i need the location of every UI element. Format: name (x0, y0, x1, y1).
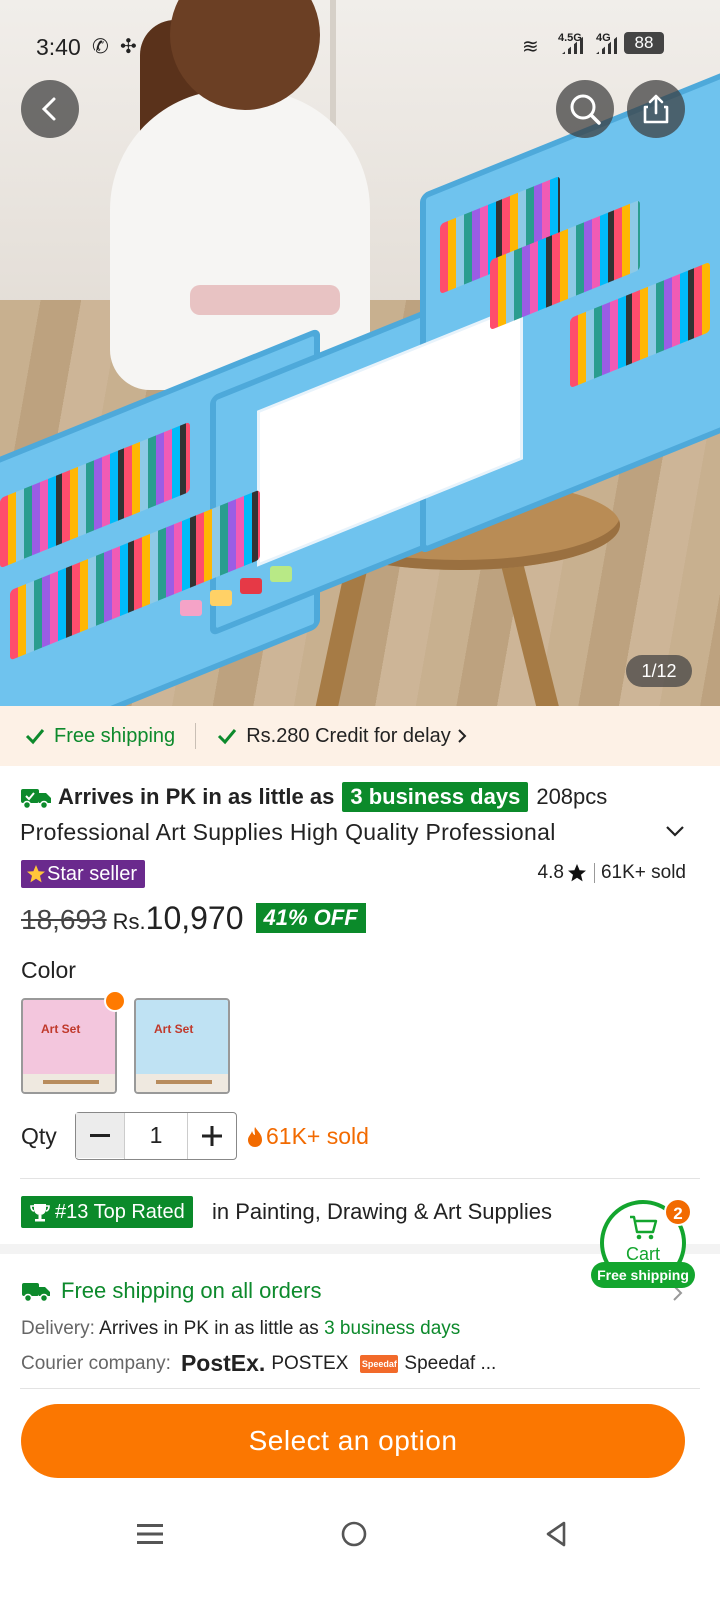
fire-icon (248, 1126, 262, 1147)
title-line-2: Professional Art Supplies High Quality P… (20, 819, 556, 845)
battery-indicator: 88 (624, 32, 664, 54)
qty-value[interactable]: 1 (124, 1113, 188, 1159)
free-shipping-benefit: Free shipping (0, 725, 175, 748)
cart-count-badge: 2 (664, 1198, 692, 1226)
image-girl-sash (190, 285, 340, 315)
shipping-truck-icon (22, 1283, 50, 1303)
plus-icon (202, 1125, 222, 1146)
star-icon (27, 865, 45, 883)
back-button[interactable] (21, 80, 79, 138)
status-time: 3:40 (36, 34, 81, 60)
minus-icon (90, 1133, 110, 1137)
product-title[interactable]: Arrives in PK in as little as 3 business… (20, 780, 700, 850)
system-nav-bar (0, 1496, 720, 1600)
rating-star-icon (567, 864, 586, 882)
original-price: 18,693 (21, 904, 107, 935)
swatch-easel (136, 1074, 228, 1092)
speedaf-name: Speedaf ... (404, 1352, 497, 1374)
network-label-2: 4G (596, 32, 611, 44)
search-button[interactable] (556, 80, 614, 138)
status-bar: 3:40 ✆ ✣ ≋ 4.5G 4G 88 (0, 30, 720, 64)
select-option-button[interactable]: Select an option (21, 1404, 685, 1478)
divider (20, 1388, 700, 1389)
delivery-info: Delivery: Arrives in PK in as little as … (21, 1318, 460, 1340)
price-row: 18,693 Rs. 10,970 41% OFF (21, 900, 366, 937)
image-paint-chip (240, 578, 262, 594)
rating-value: 4.8 (537, 862, 564, 883)
wifi-icon: ≋ (522, 36, 539, 58)
cart-icon (630, 1215, 658, 1240)
current-price: 10,970 (145, 900, 244, 936)
back-triangle-icon[interactable] (543, 1520, 569, 1548)
benefits-bar[interactable]: Free shipping Rs.280 Credit for delay (0, 706, 720, 766)
share-button[interactable] (627, 80, 685, 138)
whatsapp-icon: ✆ (92, 36, 109, 58)
check-icon (218, 729, 237, 745)
arrives-text: Arrives in PK in as little as (58, 784, 335, 809)
color-swatch-pink[interactable]: Art Set (21, 998, 117, 1094)
discount-badge: 41% OFF (255, 903, 366, 933)
cart-free-shipping-tag: Free shipping (591, 1262, 695, 1288)
image-paint-chip (270, 566, 292, 582)
credit-label: Rs.280 Credit for delay (246, 724, 451, 747)
business-days-badge: 3 business days (342, 782, 529, 812)
back-arrow-icon (41, 97, 56, 121)
delivery-label: Delivery: (21, 1318, 95, 1339)
increase-qty-button[interactable] (188, 1113, 236, 1158)
title-text-start: 208pcs (536, 784, 608, 809)
free-shipping-label: Free shipping (54, 724, 176, 747)
share-icon (643, 94, 669, 124)
search-icon (570, 94, 601, 125)
speedaf-logo: Speedaf (360, 1354, 399, 1373)
delivery-days: 3 business days (324, 1318, 461, 1339)
fast-delivery-truck-icon (21, 789, 51, 810)
divider (593, 863, 595, 883)
color-label: Color (21, 957, 76, 983)
swatch-title: Art Set (154, 1022, 194, 1036)
product-image[interactable]: 3:40 ✆ ✣ ≋ 4.5G 4G 88 1/12 (0, 0, 720, 720)
top-rated-badge[interactable]: #13 Top Rated (21, 1196, 193, 1228)
title-line-1: Arrives in PK in as little as 3 business… (20, 780, 700, 814)
image-counter: 1/12 (626, 655, 692, 687)
postex-logo: PostEx. (180, 1350, 266, 1376)
pinwheel-icon: ✣ (120, 36, 137, 58)
swatch-title: Art Set (41, 1022, 81, 1036)
delivery-text: Arrives in PK in as little as (99, 1318, 319, 1339)
chevron-down-icon[interactable] (664, 820, 686, 842)
trophy-icon (30, 1204, 50, 1222)
swatch-artwork (23, 1000, 115, 1078)
shipping-title-label: Free shipping on all orders (61, 1278, 322, 1303)
qty-sold-label: 61K+ sold (266, 1123, 369, 1149)
quantity-stepper: 1 (75, 1112, 237, 1160)
menu-icon[interactable] (137, 1522, 163, 1546)
top-rated-label: #13 Top Rated (55, 1200, 185, 1223)
qty-sold-info: 61K+ sold (246, 1123, 369, 1150)
swatch-artwork (136, 1000, 228, 1078)
postex-name: POSTEX (271, 1352, 349, 1374)
home-icon[interactable] (340, 1520, 368, 1548)
image-girl-dress (110, 90, 370, 390)
sold-count: 61K+ sold (600, 862, 686, 883)
divider (195, 723, 197, 749)
image-paint-chip (180, 600, 202, 616)
image-paint-chip (210, 590, 232, 606)
shipping-title[interactable]: Free shipping on all orders (21, 1278, 321, 1304)
divider (20, 1178, 700, 1179)
decrease-qty-button[interactable] (76, 1113, 124, 1158)
currency-label: Rs. (112, 909, 146, 934)
credit-benefit[interactable]: Rs.280 Credit for delay (216, 725, 469, 748)
check-icon (25, 729, 45, 745)
top-rated-category[interactable]: in Painting, Drawing & Art Supplies (212, 1199, 552, 1225)
color-swatch-blue[interactable]: Art Set (134, 998, 230, 1094)
chevron-right-icon (458, 729, 467, 743)
courier-label: Courier company: (21, 1352, 171, 1374)
star-seller-badge: Star seller (21, 860, 146, 888)
swatch-easel (23, 1074, 115, 1092)
hot-fire-icon (104, 990, 126, 1012)
courier-info: Courier company: PostEx. POSTEX Speedaf … (21, 1350, 496, 1377)
rating-summary[interactable]: 4.8 61K+ sold (538, 862, 686, 884)
star-seller-label: Star seller (47, 862, 138, 885)
qty-label: Qty (21, 1123, 57, 1149)
